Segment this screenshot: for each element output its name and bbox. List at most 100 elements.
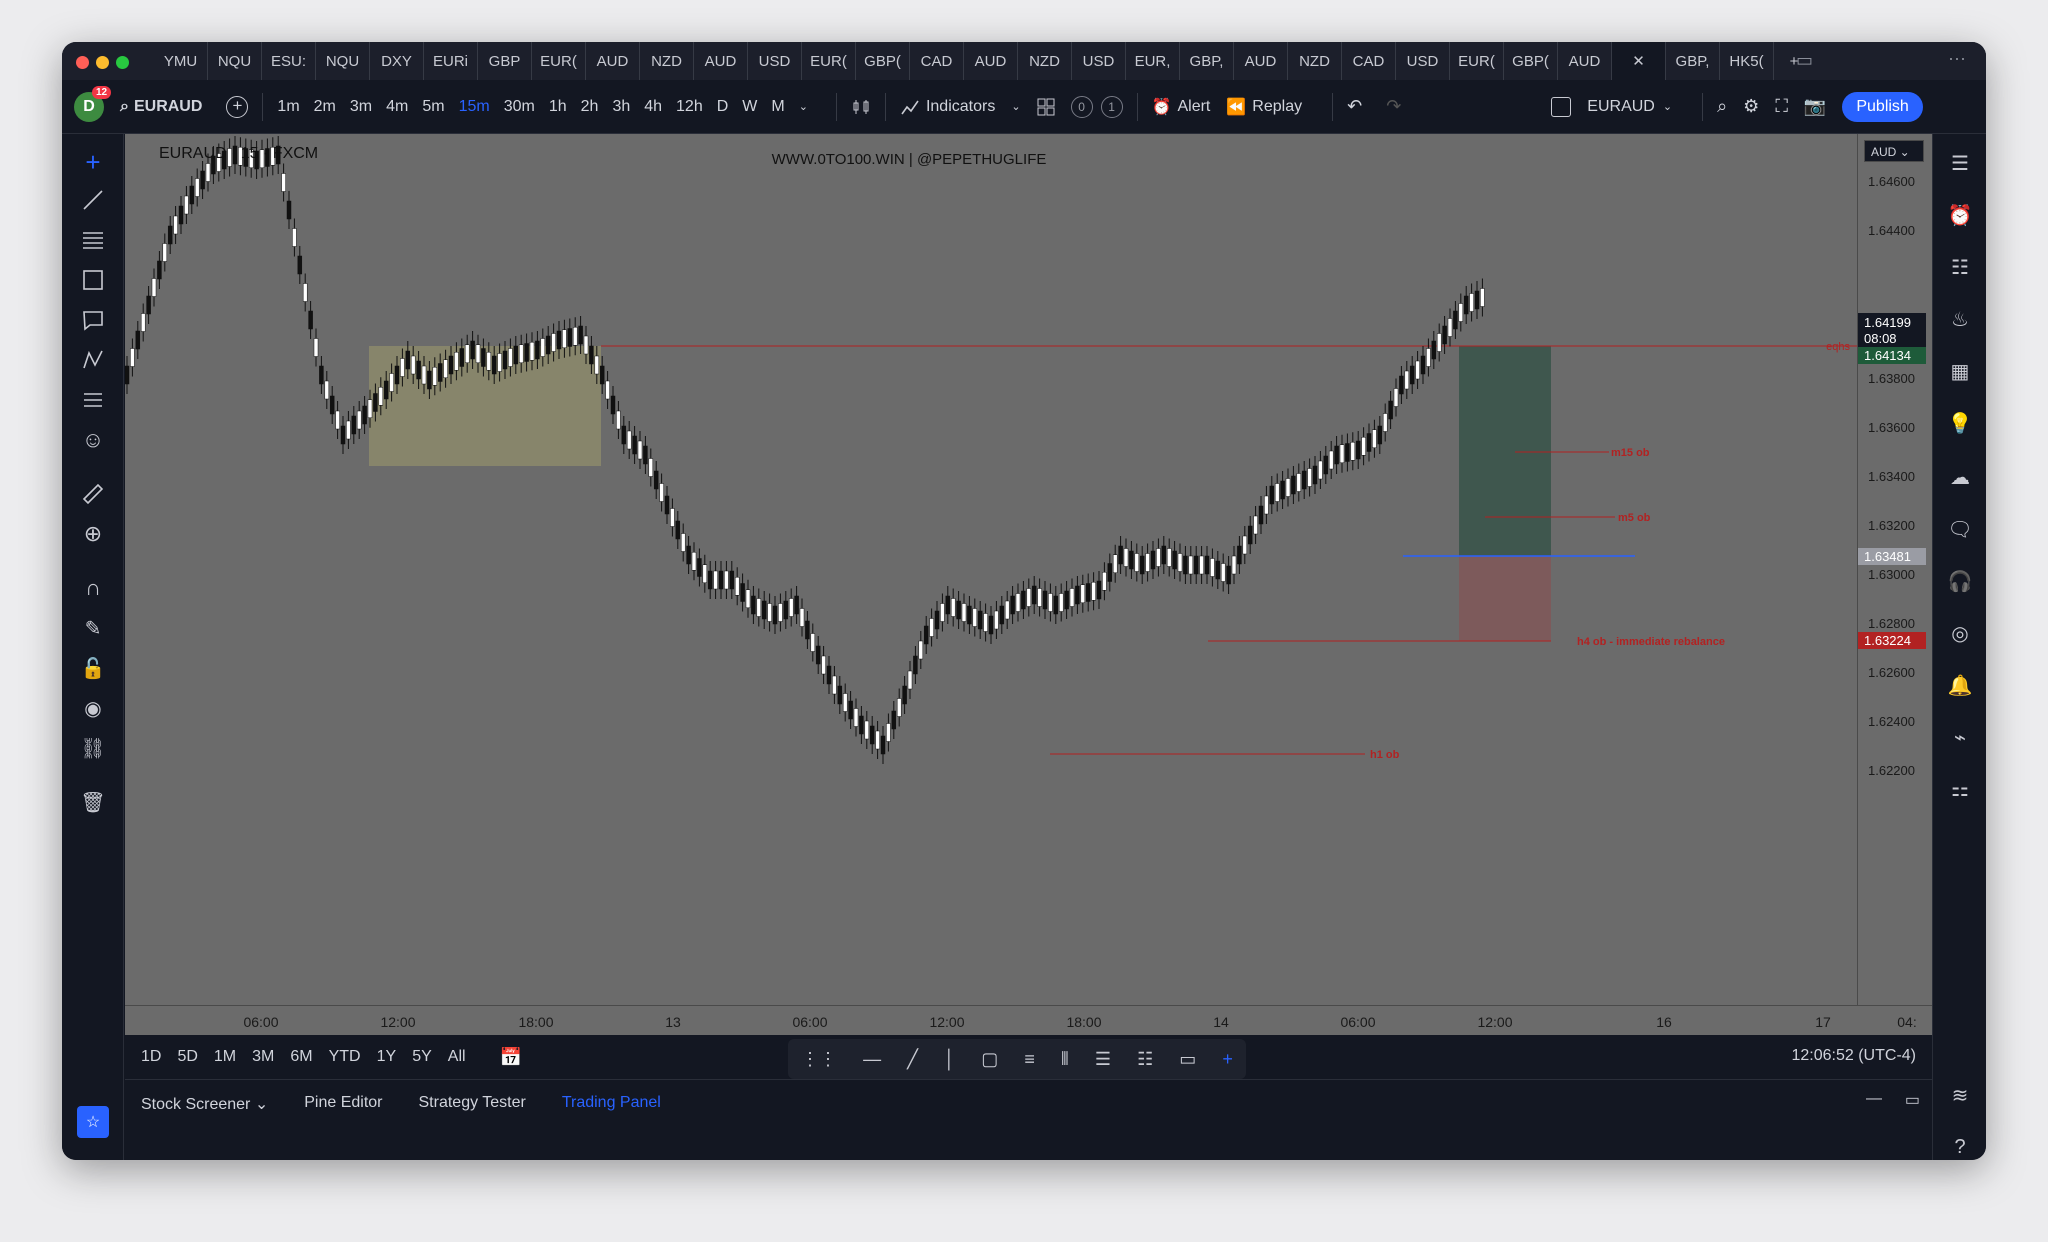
trend-line-icon[interactable]: [79, 186, 107, 214]
replay-button[interactable]: Replay: [1252, 98, 1302, 116]
chat-icon[interactable]: ☁: [1945, 462, 1975, 492]
layers-icon[interactable]: ≋: [1945, 1080, 1975, 1110]
counter-0[interactable]: 0: [1070, 95, 1093, 118]
interval-3h[interactable]: 3h: [612, 98, 630, 116]
help-icon[interactable]: ?: [1945, 1132, 1975, 1160]
fib-icon[interactable]: ≡: [1024, 1049, 1035, 1070]
news-icon[interactable]: ☷: [1945, 252, 1975, 282]
publish-button[interactable]: Publish: [1842, 91, 1923, 122]
range-6M[interactable]: 6M: [290, 1048, 312, 1066]
counter-1[interactable]: 1: [1100, 95, 1123, 118]
tab-item[interactable]: AUD: [1558, 42, 1612, 80]
interval-15m[interactable]: 15m: [459, 98, 490, 116]
zoom-window-button[interactable]: [116, 56, 129, 69]
minimize-panel-icon[interactable]: —: [1866, 1090, 1882, 1108]
tab-active-close[interactable]: ✕: [1612, 42, 1666, 80]
tab-item[interactable]: EUR(: [532, 42, 586, 80]
comments-icon[interactable]: 🗨: [1945, 514, 1975, 544]
chart-area[interactable]: eqhs m15 ob m5 ob h4 ob - immediate reba…: [125, 134, 1869, 1005]
tab-item[interactable]: NZD: [1018, 42, 1072, 80]
interval-D[interactable]: D: [717, 98, 729, 116]
tab-item[interactable]: GBP,: [1666, 42, 1720, 80]
tab-item[interactable]: HK5(: [1720, 42, 1774, 80]
trend-line-icon[interactable]: ╱: [907, 1049, 918, 1070]
tab-item[interactable]: EURi: [424, 42, 478, 80]
rectangle-icon[interactable]: [79, 266, 107, 294]
range-5Y[interactable]: 5Y: [412, 1048, 432, 1066]
interval-3m[interactable]: 3m: [350, 98, 372, 116]
interval-1h[interactable]: 1h: [549, 98, 567, 116]
tab-item[interactable]: GBP(: [856, 42, 910, 80]
indicators-icon[interactable]: [900, 97, 920, 117]
watchlist-icon[interactable]: ☰: [1945, 148, 1975, 178]
data-window-icon[interactable]: ⚏: [1945, 774, 1975, 804]
panel-tab[interactable]: Trading Panel: [562, 1094, 661, 1114]
range-1M[interactable]: 1M: [214, 1048, 236, 1066]
minimize-window-button[interactable]: [96, 56, 109, 69]
interval-M[interactable]: M: [771, 98, 784, 116]
tab-item[interactable]: ESU:: [262, 42, 316, 80]
tab-item[interactable]: AUD: [694, 42, 748, 80]
crosshair-icon[interactable]: +: [1222, 1049, 1233, 1070]
pencil-lock-icon[interactable]: ✎: [79, 614, 107, 642]
tab-item[interactable]: NQU: [316, 42, 370, 80]
tab-item[interactable]: EUR(: [802, 42, 856, 80]
currency-select[interactable]: AUD ⌄: [1864, 140, 1924, 162]
text-note-icon[interactable]: [79, 306, 107, 334]
panel-tab[interactable]: Stock Screener ⌄: [141, 1094, 268, 1114]
trash-icon[interactable]: 🗑: [79, 788, 107, 816]
templates-icon[interactable]: [1037, 98, 1055, 116]
range-All[interactable]: All: [448, 1048, 466, 1066]
calendar-icon[interactable]: ▦: [1945, 356, 1975, 386]
tab-item[interactable]: CAD: [910, 42, 964, 80]
streams-icon[interactable]: 🎧: [1945, 566, 1975, 596]
tab-item[interactable]: GBP: [478, 42, 532, 80]
indicators-button[interactable]: Indicators: [926, 98, 995, 116]
link-icon[interactable]: ⛓: [79, 734, 107, 762]
layout-dropdown-icon[interactable]: ⌄: [1663, 100, 1672, 113]
gear-icon[interactable]: ⚙: [1743, 96, 1759, 117]
tab-item[interactable]: GBP(: [1504, 42, 1558, 80]
zoom-in-icon[interactable]: ⊕: [79, 520, 107, 548]
range-1D[interactable]: 1D: [141, 1048, 161, 1066]
interval-12h[interactable]: 12h: [676, 98, 703, 116]
price-axis[interactable]: AUD ⌄ 1.646001.644001.640001.638001.6360…: [1857, 134, 1932, 1005]
gann-icon[interactable]: ⦀: [1061, 1049, 1069, 1070]
tab-item[interactable]: AUD: [1234, 42, 1288, 80]
undo-icon[interactable]: ↶: [1347, 96, 1362, 117]
long-position-icon[interactable]: ☰: [1095, 1049, 1111, 1070]
ruler-icon[interactable]: [79, 480, 107, 508]
tab-item[interactable]: NQU: [208, 42, 262, 80]
broadcast-icon[interactable]: ◎: [1945, 618, 1975, 648]
interval-4m[interactable]: 4m: [386, 98, 408, 116]
trend-icon[interactable]: ⌁: [1945, 722, 1975, 752]
interval-dropdown-icon[interactable]: ⌄: [799, 100, 808, 113]
panel-tab[interactable]: Strategy Tester: [419, 1094, 526, 1114]
vertical-line-icon[interactable]: │: [944, 1049, 955, 1070]
indicators-dropdown-icon[interactable]: ⌄: [1011, 100, 1020, 113]
eye-icon[interactable]: ◉: [79, 694, 107, 722]
favorites-star-icon[interactable]: ☆: [77, 1106, 109, 1138]
tab-item[interactable]: USD: [748, 42, 802, 80]
interval-W[interactable]: W: [742, 98, 757, 116]
camera-icon[interactable]: 📷: [1804, 96, 1826, 117]
tab-item[interactable]: NZD: [1288, 42, 1342, 80]
tab-item[interactable]: GBP,: [1180, 42, 1234, 80]
fib-icon[interactable]: [79, 226, 107, 254]
tab-item[interactable]: USD: [1072, 42, 1126, 80]
range-YTD[interactable]: YTD: [329, 1048, 361, 1066]
range-3M[interactable]: 3M: [252, 1048, 274, 1066]
alert-icon[interactable]: ⏰: [1152, 97, 1172, 117]
symbol-search[interactable]: ⌕ EURAUD: [120, 98, 202, 116]
ideas-icon[interactable]: 💡: [1945, 408, 1975, 438]
redo-icon[interactable]: ↷: [1386, 96, 1401, 117]
tab-item[interactable]: EUR(: [1450, 42, 1504, 80]
layout-square-icon[interactable]: [1551, 96, 1572, 117]
replay-icon[interactable]: ⏪: [1226, 97, 1246, 117]
interval-2h[interactable]: 2h: [581, 98, 599, 116]
goto-date-icon[interactable]: 📅: [500, 1047, 522, 1068]
tab-item[interactable]: DXY: [370, 42, 424, 80]
forecast-icon[interactable]: [79, 386, 107, 414]
tab-item[interactable]: YMU: [154, 42, 208, 80]
interval-2m[interactable]: 2m: [314, 98, 336, 116]
